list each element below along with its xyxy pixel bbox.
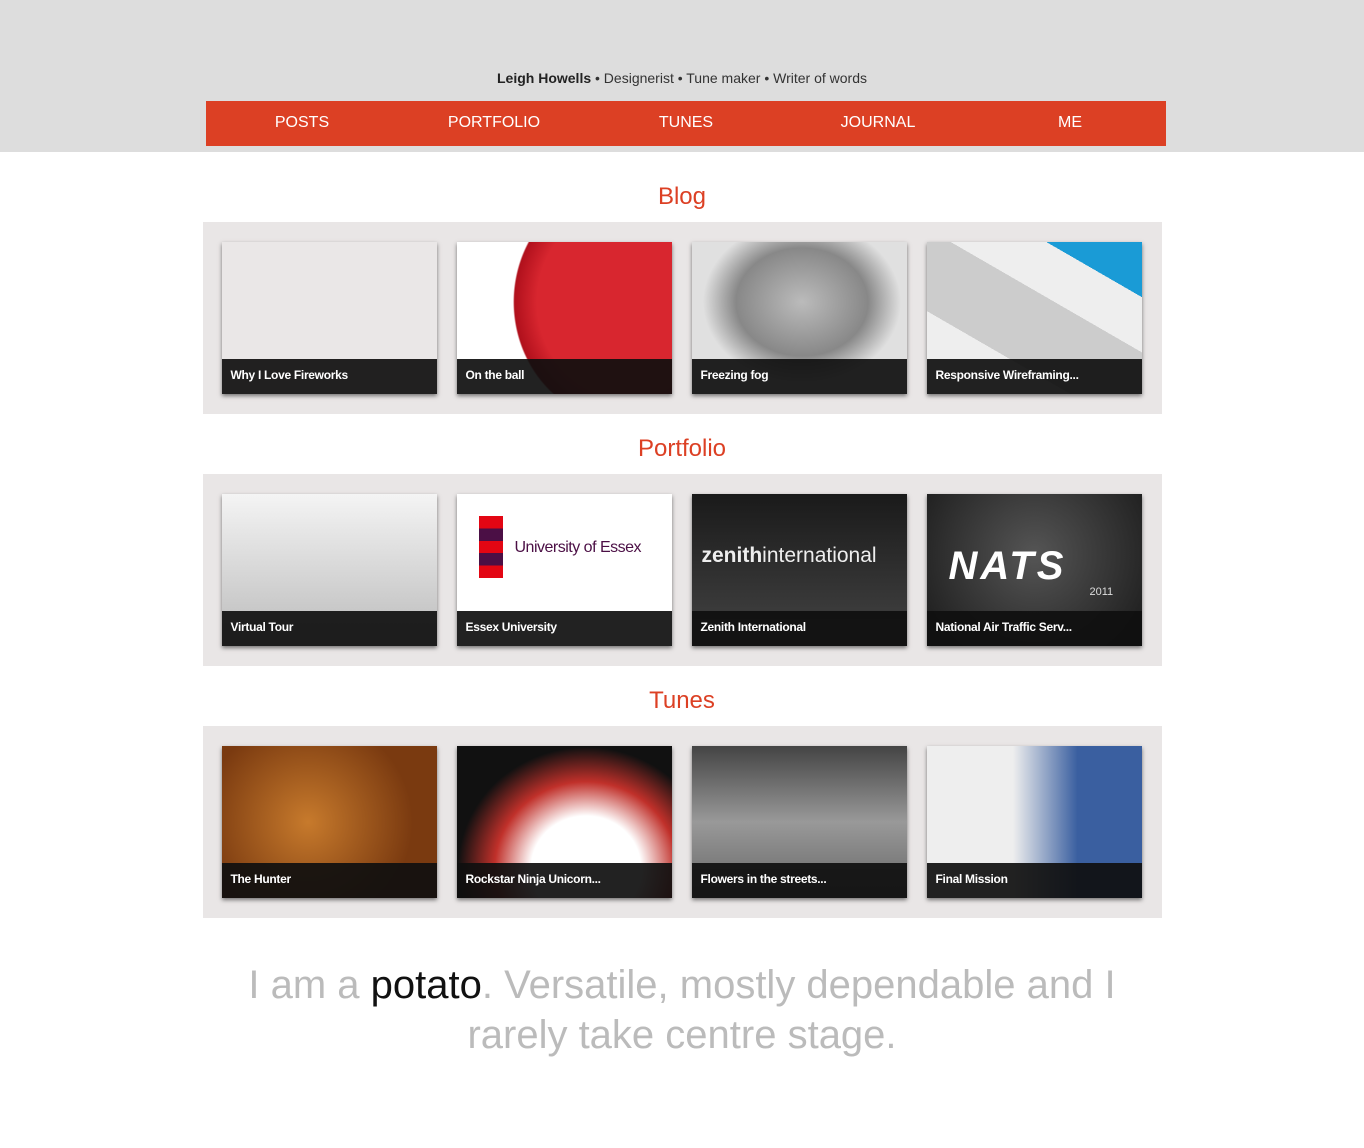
blog-card[interactable]: Why I Love Fireworks <box>221 242 437 394</box>
intro-quote: I am a potato. Versatile, mostly dependa… <box>232 960 1132 1060</box>
card-title: Rockstar Ninja Unicorn... <box>456 863 672 898</box>
site-owner-name: Leigh Howells <box>497 70 592 86</box>
card-title: On the ball <box>456 359 672 394</box>
section-title-portfolio: Portfolio <box>637 435 727 462</box>
card-title: Final Mission <box>926 863 1142 898</box>
section-title-tunes: Tunes <box>649 687 715 714</box>
tune-card[interactable]: Rockstar Ninja Unicorn... <box>456 746 672 898</box>
card-title: Virtual Tour <box>221 611 437 646</box>
card-title: The Hunter <box>221 863 437 898</box>
portfolio-card[interactable]: Virtual Tour <box>221 494 437 646</box>
card-title: Freezing fog <box>691 359 907 394</box>
essex-logo-text: University of Essex <box>514 539 642 556</box>
nav-portfolio[interactable]: PORTFOLIO <box>398 101 590 146</box>
zenith-logo-light: international <box>762 544 877 567</box>
nav-me[interactable]: ME <box>974 101 1166 146</box>
nav-tunes[interactable]: TUNES <box>590 101 782 146</box>
blog-card[interactable]: Responsive Wireframing... <box>926 242 1142 394</box>
section-title-blog: Blog <box>657 183 707 210</box>
main-nav: POSTS PORTFOLIO TUNES JOURNAL ME <box>206 101 1166 146</box>
nav-journal[interactable]: JOURNAL <box>782 101 974 146</box>
quote-highlight: potato <box>370 963 482 1007</box>
card-title: Responsive Wireframing... <box>926 359 1142 394</box>
tune-card[interactable]: Flowers in the streets... <box>691 746 907 898</box>
card-title: National Air Traffic Serv... <box>926 611 1142 646</box>
portfolio-card[interactable]: NATS 2011 National Air Traffic Serv... <box>926 494 1142 646</box>
nav-posts[interactable]: POSTS <box>206 101 398 146</box>
portfolio-grid: Virtual Tour University of Essex Essex Un… <box>202 474 1162 666</box>
card-title: Why I Love Fireworks <box>221 359 437 394</box>
tunes-grid: The Hunter Rockstar Ninja Unicorn... Flo… <box>202 726 1162 918</box>
blog-card[interactable]: Freezing fog <box>691 242 907 394</box>
blog-card[interactable]: On the ball <box>456 242 672 394</box>
header: Leigh Howells • Designerist • Tune maker… <box>0 0 1364 152</box>
portfolio-card[interactable]: University of Essex Essex University <box>456 494 672 646</box>
nats-logo-text: NATS <box>948 544 1067 588</box>
quote-part-2: . Versatile, mostly dependable and I rar… <box>467 963 1116 1057</box>
blog-grid: Why I Love Fireworks On the ball Freezin… <box>202 222 1162 414</box>
card-title: Essex University <box>456 611 672 646</box>
card-title: Flowers in the streets... <box>691 863 907 898</box>
tagline: Leigh Howells • Designerist • Tune maker… <box>0 70 1364 86</box>
quote-part-1: I am a <box>248 963 371 1007</box>
tagline-text: • Designerist • Tune maker • Writer of w… <box>591 70 867 86</box>
tune-card[interactable]: Final Mission <box>926 746 1142 898</box>
zenith-logo-bold: zenith <box>701 544 763 567</box>
portfolio-card[interactable]: zenithinternational Zenith International <box>691 494 907 646</box>
tune-card[interactable]: The Hunter <box>221 746 437 898</box>
card-title: Zenith International <box>691 611 907 646</box>
nats-logo-year: 2011 <box>1089 586 1114 598</box>
